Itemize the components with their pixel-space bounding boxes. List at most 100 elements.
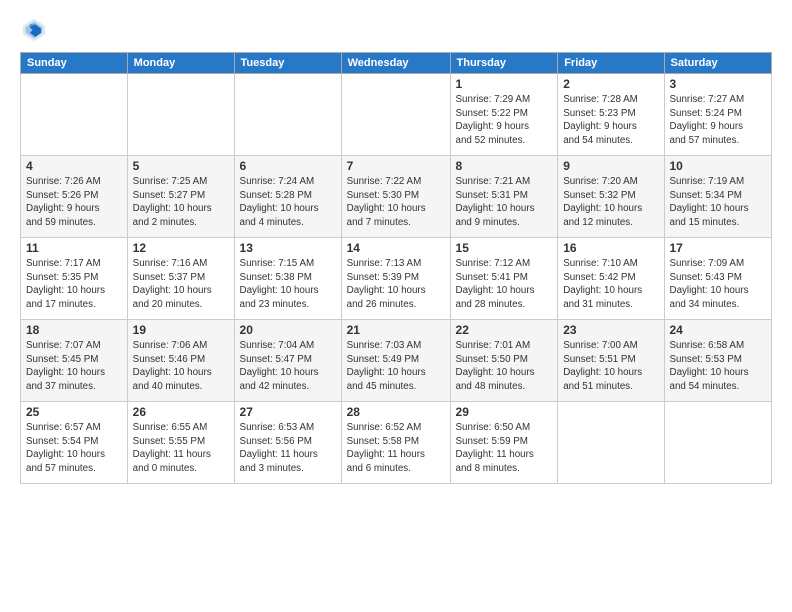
day-number: 24 bbox=[670, 323, 767, 337]
calendar-header-row: SundayMondayTuesdayWednesdayThursdayFrid… bbox=[21, 53, 772, 74]
calendar-cell: 1 Sunrise: 7:29 AMSunset: 5:22 PMDaylight… bbox=[450, 74, 558, 156]
calendar-day-header: Friday bbox=[558, 53, 664, 74]
day-number: 3 bbox=[670, 77, 767, 91]
day-info: Sunrise: 7:25 AMSunset: 5:27 PMDaylight:… bbox=[133, 175, 229, 230]
calendar-cell: 9 Sunrise: 7:20 AMSunset: 5:32 PMDaylight… bbox=[558, 156, 664, 238]
day-number: 28 bbox=[347, 405, 445, 419]
calendar-cell: 2 Sunrise: 7:28 AMSunset: 5:23 PMDaylight… bbox=[558, 74, 664, 156]
day-number: 6 bbox=[240, 159, 336, 173]
calendar-cell bbox=[127, 74, 234, 156]
day-info: Sunrise: 7:10 AMSunset: 5:42 PMDaylight:… bbox=[563, 257, 658, 312]
calendar-week-row: 4Sunrise: 7:26 AMSunset: 5:26 PMDaylight… bbox=[21, 156, 772, 238]
calendar-day-header: Thursday bbox=[450, 53, 558, 74]
calendar-cell: 27 Sunrise: 6:53 AMSunset: 5:56 PMDayligh… bbox=[234, 402, 341, 484]
day-number: 1 bbox=[456, 77, 553, 91]
calendar-week-row: 18 Sunrise: 7:07 AMSunset: 5:45 PMDayligh… bbox=[21, 320, 772, 402]
day-info: Sunrise: 7:00 AMSunset: 5:51 PMDaylight:… bbox=[563, 339, 658, 394]
calendar-cell bbox=[558, 402, 664, 484]
calendar-cell: 3Sunrise: 7:27 AMSunset: 5:24 PMDaylight… bbox=[664, 74, 772, 156]
day-info: Sunrise: 7:04 AMSunset: 5:47 PMDaylight:… bbox=[240, 339, 336, 394]
calendar-cell: 16 Sunrise: 7:10 AMSunset: 5:42 PMDayligh… bbox=[558, 238, 664, 320]
calendar-week-row: 1 Sunrise: 7:29 AMSunset: 5:22 PMDaylight… bbox=[21, 74, 772, 156]
calendar-cell: 22 Sunrise: 7:01 AMSunset: 5:50 PMDayligh… bbox=[450, 320, 558, 402]
day-info: Sunrise: 6:53 AMSunset: 5:56 PMDaylight:… bbox=[240, 421, 336, 476]
calendar-day-header: Tuesday bbox=[234, 53, 341, 74]
day-number: 22 bbox=[456, 323, 553, 337]
day-number: 19 bbox=[133, 323, 229, 337]
day-info: Sunrise: 7:06 AMSunset: 5:46 PMDaylight:… bbox=[133, 339, 229, 394]
calendar-cell: 17 Sunrise: 7:09 AMSunset: 5:43 PMDayligh… bbox=[664, 238, 772, 320]
calendar-table: SundayMondayTuesdayWednesdayThursdayFrid… bbox=[20, 52, 772, 484]
day-info: Sunrise: 7:19 AMSunset: 5:34 PMDaylight:… bbox=[670, 175, 767, 230]
calendar-cell: 23 Sunrise: 7:00 AMSunset: 5:51 PMDayligh… bbox=[558, 320, 664, 402]
day-info: Sunrise: 7:26 AMSunset: 5:26 PMDaylight:… bbox=[26, 175, 122, 230]
calendar-cell: 29Sunrise: 6:50 AMSunset: 5:59 PMDayligh… bbox=[450, 402, 558, 484]
day-number: 27 bbox=[240, 405, 336, 419]
day-number: 16 bbox=[563, 241, 658, 255]
day-number: 21 bbox=[347, 323, 445, 337]
calendar-cell: 12Sunrise: 7:16 AMSunset: 5:37 PMDayligh… bbox=[127, 238, 234, 320]
day-number: 20 bbox=[240, 323, 336, 337]
day-info: Sunrise: 6:55 AMSunset: 5:55 PMDaylight:… bbox=[133, 421, 229, 476]
day-info: Sunrise: 7:15 AMSunset: 5:38 PMDaylight:… bbox=[240, 257, 336, 312]
calendar-day-header: Saturday bbox=[664, 53, 772, 74]
page: SundayMondayTuesdayWednesdayThursdayFrid… bbox=[0, 0, 792, 612]
calendar-cell: 19 Sunrise: 7:06 AMSunset: 5:46 PMDayligh… bbox=[127, 320, 234, 402]
calendar-cell: 14 Sunrise: 7:13 AMSunset: 5:39 PMDayligh… bbox=[341, 238, 450, 320]
day-number: 5 bbox=[133, 159, 229, 173]
calendar-cell: 15 Sunrise: 7:12 AMSunset: 5:41 PMDayligh… bbox=[450, 238, 558, 320]
calendar-cell bbox=[21, 74, 128, 156]
calendar-cell: 8 Sunrise: 7:21 AMSunset: 5:31 PMDaylight… bbox=[450, 156, 558, 238]
day-number: 13 bbox=[240, 241, 336, 255]
day-info: Sunrise: 7:07 AMSunset: 5:45 PMDaylight:… bbox=[26, 339, 122, 394]
calendar-cell: 21Sunrise: 7:03 AMSunset: 5:49 PMDayligh… bbox=[341, 320, 450, 402]
day-number: 26 bbox=[133, 405, 229, 419]
calendar-cell bbox=[234, 74, 341, 156]
calendar-cell: 28 Sunrise: 6:52 AMSunset: 5:58 PMDayligh… bbox=[341, 402, 450, 484]
day-info: Sunrise: 7:17 AMSunset: 5:35 PMDaylight:… bbox=[26, 257, 122, 312]
day-info: Sunrise: 7:22 AMSunset: 5:30 PMDaylight:… bbox=[347, 175, 445, 230]
day-number: 15 bbox=[456, 241, 553, 255]
calendar-cell: 5 Sunrise: 7:25 AMSunset: 5:27 PMDaylight… bbox=[127, 156, 234, 238]
day-info: Sunrise: 6:52 AMSunset: 5:58 PMDaylight:… bbox=[347, 421, 445, 476]
calendar-cell bbox=[664, 402, 772, 484]
calendar-day-header: Monday bbox=[127, 53, 234, 74]
day-info: Sunrise: 7:13 AMSunset: 5:39 PMDaylight:… bbox=[347, 257, 445, 312]
day-info: Sunrise: 6:50 AMSunset: 5:59 PMDaylight:… bbox=[456, 421, 553, 476]
day-info: Sunrise: 7:09 AMSunset: 5:43 PMDaylight:… bbox=[670, 257, 767, 312]
day-info: Sunrise: 6:58 AMSunset: 5:53 PMDaylight:… bbox=[670, 339, 767, 394]
calendar-cell: 6 Sunrise: 7:24 AMSunset: 5:28 PMDaylight… bbox=[234, 156, 341, 238]
day-number: 18 bbox=[26, 323, 122, 337]
calendar-cell: 20 Sunrise: 7:04 AMSunset: 5:47 PMDayligh… bbox=[234, 320, 341, 402]
day-number: 9 bbox=[563, 159, 658, 173]
day-info: Sunrise: 7:21 AMSunset: 5:31 PMDaylight:… bbox=[456, 175, 553, 230]
day-number: 14 bbox=[347, 241, 445, 255]
day-number: 2 bbox=[563, 77, 658, 91]
calendar-cell: 10Sunrise: 7:19 AMSunset: 5:34 PMDayligh… bbox=[664, 156, 772, 238]
logo-icon bbox=[20, 16, 48, 44]
day-number: 8 bbox=[456, 159, 553, 173]
calendar-week-row: 25Sunrise: 6:57 AMSunset: 5:54 PMDayligh… bbox=[21, 402, 772, 484]
logo bbox=[20, 16, 52, 44]
calendar-cell: 24 Sunrise: 6:58 AMSunset: 5:53 PMDayligh… bbox=[664, 320, 772, 402]
day-info: Sunrise: 7:01 AMSunset: 5:50 PMDaylight:… bbox=[456, 339, 553, 394]
day-info: Sunrise: 7:20 AMSunset: 5:32 PMDaylight:… bbox=[563, 175, 658, 230]
calendar-cell: 4Sunrise: 7:26 AMSunset: 5:26 PMDaylight… bbox=[21, 156, 128, 238]
calendar-day-header: Sunday bbox=[21, 53, 128, 74]
day-info: Sunrise: 7:28 AMSunset: 5:23 PMDaylight:… bbox=[563, 93, 658, 148]
day-info: Sunrise: 6:57 AMSunset: 5:54 PMDaylight:… bbox=[26, 421, 122, 476]
calendar-week-row: 11Sunrise: 7:17 AMSunset: 5:35 PMDayligh… bbox=[21, 238, 772, 320]
calendar-cell: 18 Sunrise: 7:07 AMSunset: 5:45 PMDayligh… bbox=[21, 320, 128, 402]
day-info: Sunrise: 7:16 AMSunset: 5:37 PMDaylight:… bbox=[133, 257, 229, 312]
day-number: 23 bbox=[563, 323, 658, 337]
day-info: Sunrise: 7:24 AMSunset: 5:28 PMDaylight:… bbox=[240, 175, 336, 230]
calendar-cell: 26 Sunrise: 6:55 AMSunset: 5:55 PMDayligh… bbox=[127, 402, 234, 484]
day-info: Sunrise: 7:29 AMSunset: 5:22 PMDaylight:… bbox=[456, 93, 553, 148]
header bbox=[20, 16, 772, 44]
day-info: Sunrise: 7:12 AMSunset: 5:41 PMDaylight:… bbox=[456, 257, 553, 312]
calendar-cell: 11Sunrise: 7:17 AMSunset: 5:35 PMDayligh… bbox=[21, 238, 128, 320]
day-number: 17 bbox=[670, 241, 767, 255]
calendar-cell: 7Sunrise: 7:22 AMSunset: 5:30 PMDaylight… bbox=[341, 156, 450, 238]
calendar-cell: 25Sunrise: 6:57 AMSunset: 5:54 PMDayligh… bbox=[21, 402, 128, 484]
calendar-cell: 13 Sunrise: 7:15 AMSunset: 5:38 PMDayligh… bbox=[234, 238, 341, 320]
